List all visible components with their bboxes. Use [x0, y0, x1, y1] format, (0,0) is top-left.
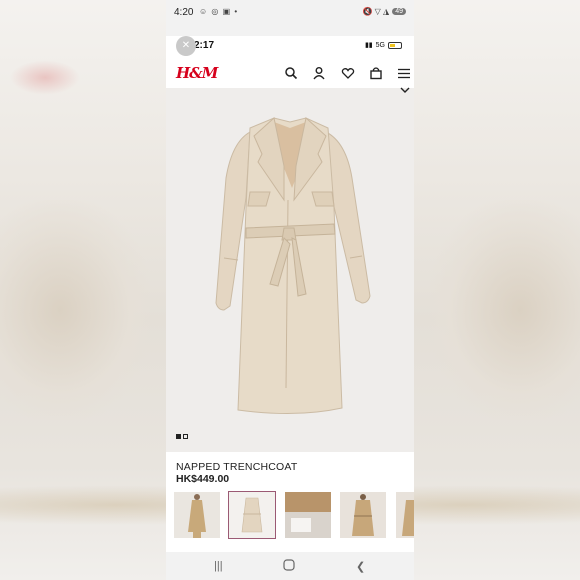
device-time: 4:20 — [174, 7, 194, 18]
image-pagination-dots — [176, 434, 188, 439]
back-button[interactable]: ❮ — [356, 560, 365, 573]
phone-screen: 4:20 ☺ ◎ ▣ • 🔇 ▽ ◮ 49 2:17 ▮▮ 5G ✕ H&M N… — [166, 0, 414, 580]
network-label: 5G — [375, 41, 385, 49]
browser-screenshot: 2:17 ▮▮ 5G ✕ H&M NAPPED TRENCHCOAT HK$44… — [166, 36, 414, 552]
screenshot-status-bar: 2:17 ▮▮ 5G — [166, 36, 414, 56]
thumbnail-model-belted[interactable] — [340, 492, 386, 538]
trenchcoat-illustration — [215, 117, 371, 415]
product-price: HK$449.00 — [176, 473, 230, 485]
thumbnail-model-side[interactable] — [396, 492, 414, 538]
battery-icon — [388, 41, 402, 49]
product-image[interactable] — [166, 88, 414, 452]
search-icon[interactable] — [284, 66, 298, 80]
mute-wifi-signal-icons: 🔇 ▽ ◮ — [362, 7, 390, 16]
menu-icon[interactable] — [397, 66, 411, 80]
pagination-dot[interactable] — [183, 434, 188, 439]
pagination-dot-active[interactable] — [176, 434, 181, 439]
device-status-right: 🔇 ▽ ◮ 49 — [362, 7, 406, 16]
thumbnail-flat-front[interactable] — [228, 491, 276, 539]
battery-indicator: 49 — [392, 8, 406, 15]
system-navigation-bar: ||| ❮ — [166, 552, 414, 580]
recents-button[interactable]: ||| — [214, 560, 223, 572]
site-header: H&M — [166, 58, 414, 88]
notification-icons: ☺ ◎ ▣ • — [199, 7, 239, 16]
thumbnail-model-front[interactable] — [174, 492, 220, 538]
screenshot-status-right: ▮▮ 5G — [365, 41, 402, 49]
device-status-bar: 4:20 ☺ ◎ ▣ • 🔇 ▽ ◮ 49 — [166, 0, 414, 26]
favorites-icon[interactable] — [341, 66, 355, 80]
product-name: NAPPED TRENCHCOAT — [176, 461, 298, 473]
bag-icon[interactable] — [369, 66, 383, 80]
home-button[interactable] — [283, 559, 295, 574]
thumbnail-strip — [174, 491, 414, 540]
close-icon[interactable]: ✕ — [176, 36, 196, 56]
hm-logo[interactable]: H&M — [176, 64, 218, 82]
screenshot-time: 2:17 — [194, 40, 215, 51]
signal-icon: ▮▮ — [364, 42, 373, 49]
chevron-down-icon[interactable] — [400, 86, 410, 94]
account-icon[interactable] — [312, 66, 326, 80]
thumbnail-fabric-detail[interactable] — [285, 492, 331, 538]
